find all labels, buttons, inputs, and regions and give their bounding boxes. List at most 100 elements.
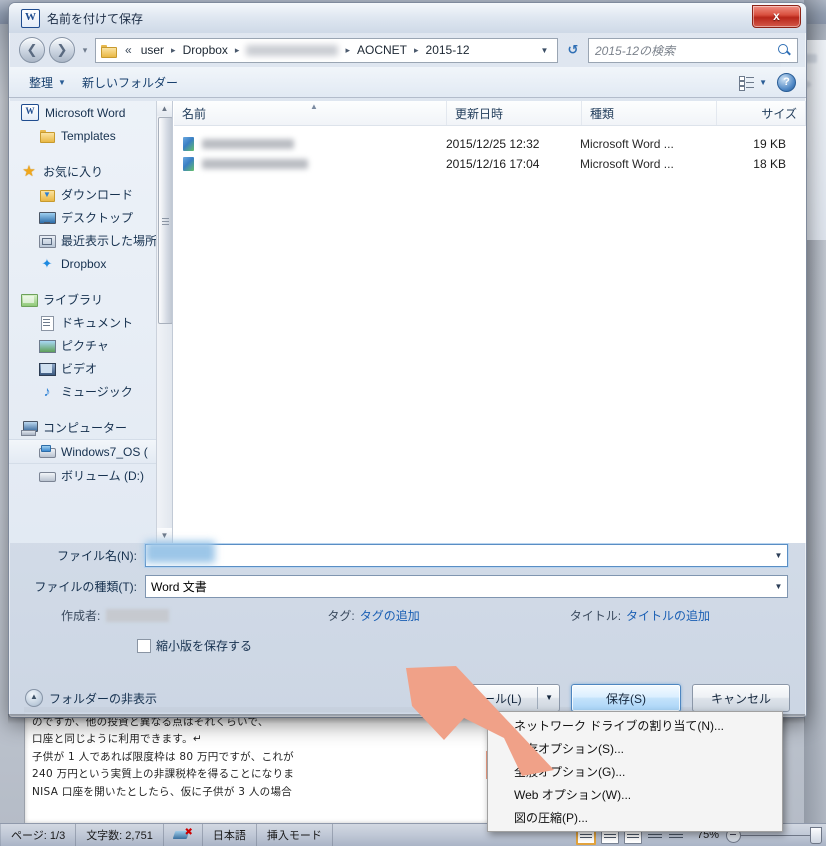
author-label: 作成者: xyxy=(61,608,101,623)
sidebar-item-pictures[interactable]: ピクチャ xyxy=(9,334,172,357)
search-input[interactable]: 2015-12の検索 xyxy=(588,37,798,63)
sidebar-item-favorites[interactable]: ★ お気に入り xyxy=(9,160,172,183)
sidebar-item-downloads[interactable]: ダウンロード xyxy=(9,183,172,206)
file-date-cell: 2015/12/16 17:04 xyxy=(446,157,540,171)
sidebar-item-label: Microsoft Word xyxy=(45,105,126,120)
menu-item-general-options[interactable]: 全般オプション(G)... xyxy=(488,760,782,783)
status-word-count[interactable]: 文字数: 2,751 xyxy=(76,824,164,846)
filename-value-redacted xyxy=(145,541,215,563)
help-icon[interactable]: ? xyxy=(777,72,796,92)
dialog-title-bar[interactable]: W 名前を付けて保存 x xyxy=(9,3,806,33)
save-button[interactable]: 保存(S) xyxy=(571,684,681,712)
filetype-row: ファイルの種類(T): Word 文書 ▼ xyxy=(9,574,806,599)
file-size-cell: 19 KB xyxy=(753,137,786,151)
status-proofing-button[interactable] xyxy=(164,824,203,846)
sidebar-item-volume-d[interactable]: ボリューム (D:) xyxy=(9,464,172,487)
chevron-down-icon[interactable]: ▾ xyxy=(79,45,91,56)
chevron-down-icon[interactable]: ▼ xyxy=(537,687,553,709)
breadcrumb-item-redacted[interactable] xyxy=(246,44,339,56)
sidebar-item-microsoft-word[interactable]: W Microsoft Word xyxy=(9,101,172,124)
breadcrumb-item-user[interactable]: user xyxy=(137,41,168,59)
spellcheck-error-icon xyxy=(174,827,192,842)
file-name-redacted xyxy=(202,139,294,149)
add-tag-link[interactable]: タグの追加 xyxy=(360,607,420,624)
organize-label: 整理 xyxy=(29,75,54,90)
breadcrumb-item-current[interactable]: 2015-12 xyxy=(422,41,474,59)
sidebar-scrollbar[interactable]: ▲ ▼ xyxy=(156,101,172,543)
table-row[interactable]: 2015/12/16 17:04 Microsoft Word ... 18 K… xyxy=(174,154,806,174)
breadcrumb[interactable]: « user ▸ Dropbox ▸ ▸ AOCNET ▸ 2015-12 ▼ xyxy=(95,37,558,63)
sidebar-item-libraries[interactable]: ライブラリ xyxy=(9,288,172,311)
status-insert-mode[interactable]: 挿入モード xyxy=(257,824,333,846)
chevron-down-icon[interactable]: ▼ xyxy=(770,577,787,596)
filename-input[interactable]: ▼ xyxy=(145,544,788,567)
sidebar-item-recent-places[interactable]: 最近表示した場所 xyxy=(9,229,172,252)
hide-folders-button[interactable]: ▲ フォルダーの非表示 xyxy=(25,689,157,707)
breadcrumb-separator-icon[interactable]: ▸ xyxy=(234,45,241,56)
menu-item-map-network-drive[interactable]: ネットワーク ドライブの割り当て(N)... xyxy=(488,714,782,737)
sidebar-item-label: Templates xyxy=(61,128,116,143)
scroll-up-arrow-icon[interactable]: ▲ xyxy=(157,101,172,116)
file-type-cell: Microsoft Word ... xyxy=(580,157,674,171)
title-label: タイトル: xyxy=(569,608,622,623)
cancel-button[interactable]: キャンセル xyxy=(692,684,790,712)
organize-menu-button[interactable]: 整理 ▼ xyxy=(21,74,74,91)
save-as-dialog: W 名前を付けて保存 x ❮ ❯ ▾ « user ▸ Dropbox ▸ ▸ … xyxy=(8,2,807,718)
filename-row: ファイル名(N): ▼ xyxy=(9,543,806,568)
add-title-link[interactable]: タイトルの追加 xyxy=(626,607,710,624)
dropbox-icon: ✦ xyxy=(41,256,53,271)
status-page-number[interactable]: ページ: 1/3 xyxy=(0,824,77,846)
save-thumbnail-checkbox[interactable] xyxy=(137,638,151,653)
change-view-button[interactable]: ▼ xyxy=(739,75,767,91)
sidebar-item-computer[interactable]: コンピューター xyxy=(9,416,172,439)
sidebar-item-templates[interactable]: Templates xyxy=(9,124,172,147)
chevron-up-circle-icon: ▲ xyxy=(25,689,43,707)
table-row[interactable]: 2015/12/25 12:32 Microsoft Word ... 19 K… xyxy=(174,134,806,154)
status-language[interactable]: 日本語 xyxy=(203,824,257,846)
breadcrumb-separator-icon[interactable]: ▸ xyxy=(413,45,420,56)
dialog-title-group: W 名前を付けて保存 xyxy=(21,9,143,28)
dialog-body: W Microsoft Word Templates ★ お気に入り ダウンロー… xyxy=(9,101,806,543)
sidebar-item-label: ビデオ xyxy=(61,362,98,376)
menu-item-save-options[interactable]: 保存オプション(S)... xyxy=(488,737,782,760)
chevron-down-icon: ▼ xyxy=(58,77,66,87)
chevron-down-icon[interactable]: ▼ xyxy=(770,546,787,565)
forward-arrow-icon[interactable]: ❯ xyxy=(49,37,75,63)
column-header-type[interactable]: 種類 xyxy=(582,101,717,125)
sort-ascending-icon: ▲ xyxy=(310,102,318,111)
back-arrow-icon[interactable]: ❮ xyxy=(19,37,45,63)
breadcrumb-item-aocnet[interactable]: AOCNET xyxy=(353,41,411,59)
breadcrumb-item-root[interactable]: « xyxy=(121,41,135,59)
sidebar-item-desktop[interactable]: デスクトップ xyxy=(9,206,172,229)
sidebar-item-label: Dropbox xyxy=(61,256,107,271)
column-header-name[interactable]: ▲ 名前 xyxy=(174,101,447,125)
breadcrumb-separator-icon[interactable]: ▸ xyxy=(344,45,351,56)
zoom-slider-thumb[interactable] xyxy=(810,826,822,844)
desktop-icon xyxy=(39,210,56,225)
breadcrumb-item-dropbox[interactable]: Dropbox xyxy=(179,41,232,59)
new-folder-button[interactable]: 新しいフォルダー xyxy=(74,74,186,91)
save-thumbnail-label: 縮小版を保存する xyxy=(156,639,253,653)
sidebar-item-music[interactable]: ♪ ミュージック xyxy=(9,380,172,403)
star-icon: ★ xyxy=(22,163,36,180)
sidebar-item-videos[interactable]: ビデオ xyxy=(9,357,172,380)
tools-button[interactable]: ツール(L) ▼ xyxy=(458,684,560,712)
zoom-slider-track[interactable] xyxy=(741,834,813,836)
menu-item-compress-pictures[interactable]: 図の圧縮(P)... xyxy=(488,806,782,829)
sidebar-item-dropbox[interactable]: ✦ Dropbox xyxy=(9,252,172,275)
sidebar-item-documents[interactable]: ドキュメント xyxy=(9,311,172,334)
metadata-row: 作成者: タグ: タグの追加 タイトル: タイトルの追加 xyxy=(9,605,806,625)
save-thumbnail-checkbox-row[interactable]: 縮小版を保存する xyxy=(9,637,806,654)
menu-item-web-options[interactable]: Web オプション(W)... xyxy=(488,783,782,806)
close-button[interactable]: x xyxy=(752,5,801,28)
refresh-icon[interactable]: ↺ xyxy=(562,40,584,61)
breadcrumb-separator-icon[interactable]: ▸ xyxy=(170,45,177,56)
column-header-size[interactable]: サイズ xyxy=(717,101,806,125)
sidebar-scrollbar-thumb[interactable] xyxy=(158,117,172,324)
sidebar-item-windows7-os[interactable]: Windows7_OS ( xyxy=(9,439,172,464)
chevron-down-icon[interactable]: ▼ xyxy=(536,46,553,55)
filetype-select[interactable]: Word 文書 ▼ xyxy=(145,575,788,598)
column-header-date[interactable]: 更新日時 xyxy=(447,101,582,125)
author-value-redacted[interactable] xyxy=(106,608,170,622)
